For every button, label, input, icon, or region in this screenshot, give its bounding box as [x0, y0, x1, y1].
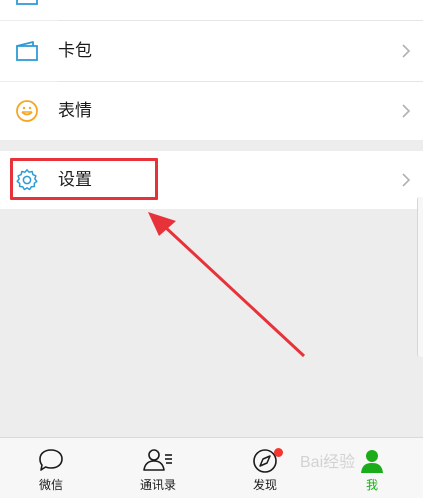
tab-label: 发现 [252, 478, 277, 492]
tab-label: 微信 [38, 478, 63, 492]
edge-scroll-handle[interactable] [417, 197, 423, 357]
person-icon [358, 447, 386, 479]
notification-dot-icon [274, 448, 283, 457]
red-arrow-annotation [148, 212, 306, 358]
tab-label: 我 [365, 478, 378, 492]
tab-discover[interactable]: 发现 [220, 438, 310, 498]
tab-contacts[interactable]: 通讯录 [113, 438, 203, 498]
tab-me[interactable]: 我 [327, 438, 417, 498]
chat-bubble-icon [37, 447, 65, 477]
contacts-icon [142, 447, 174, 477]
bottom-tab-bar: 微信 通讯录 发现 我 [0, 437, 423, 498]
tab-label: 通讯录 [139, 478, 176, 492]
tab-chats[interactable]: 微信 [6, 438, 96, 498]
